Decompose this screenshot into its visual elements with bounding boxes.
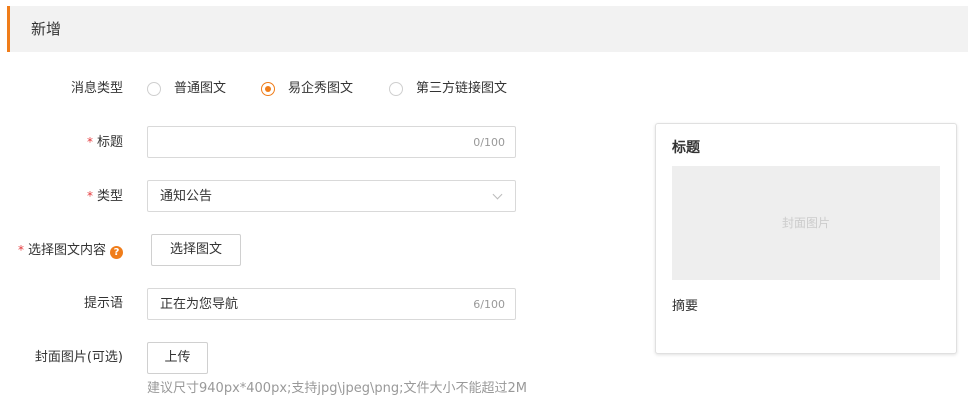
prompt-label: 提示语 xyxy=(83,296,123,311)
page-header: 新增 xyxy=(7,6,968,52)
preview-card: 标题 封面图片 摘要 xyxy=(655,123,957,354)
title-char-count: 0/100 xyxy=(473,136,505,149)
radio-circle[interactable] xyxy=(389,82,403,96)
radio-third-party-link-article[interactable]: 第三方链接图文 xyxy=(389,80,507,98)
radio-eqxiu-article[interactable]: 易企秀图文 xyxy=(261,80,353,98)
select-content-label: * 选择图文内容? xyxy=(18,241,123,260)
title-label-text: 标题 xyxy=(96,135,123,150)
chevron-down-icon[interactable] xyxy=(492,189,503,200)
radio-circle-selected[interactable] xyxy=(261,82,275,96)
help-icon[interactable]: ? xyxy=(110,246,123,259)
type-select[interactable]: 通知公告 xyxy=(147,180,516,212)
type-label: * 类型 xyxy=(87,187,123,206)
page-title: 新增 xyxy=(31,20,62,38)
prompt-input[interactable]: 正在为您导航 6/100 xyxy=(147,288,516,320)
upload-hint: 建议尺寸940px*400px;支持jpg\jpeg\png;文件大小不能超过2… xyxy=(147,381,527,396)
select-article-button[interactable]: 选择图文 xyxy=(151,234,241,266)
type-select-value: 通知公告 xyxy=(160,189,213,204)
preview-summary: 摘要 xyxy=(672,299,699,314)
required-mark: * xyxy=(86,189,93,203)
type-label-text: 类型 xyxy=(96,189,123,204)
upload-button[interactable]: 上传 xyxy=(147,342,208,374)
preview-cover-image: 封面图片 xyxy=(672,166,940,280)
required-mark: * xyxy=(17,243,24,257)
title-input[interactable]: 0/100 xyxy=(147,126,516,158)
prompt-input-value[interactable]: 正在为您导航 xyxy=(160,296,238,314)
radio-normal-article[interactable]: 普通图文 xyxy=(147,80,226,98)
radio-label: 易企秀图文 xyxy=(288,81,354,96)
message-type-label: 消息类型 xyxy=(70,81,123,96)
radio-label: 普通图文 xyxy=(174,81,227,96)
radio-circle[interactable] xyxy=(147,82,161,96)
required-mark: * xyxy=(86,135,93,149)
cover-image-label: 封面图片(可选) xyxy=(34,350,123,365)
prompt-char-count: 6/100 xyxy=(473,298,505,311)
title-label: * 标题 xyxy=(87,133,123,152)
radio-label: 第三方链接图文 xyxy=(416,81,508,96)
cover-placeholder-text: 封面图片 xyxy=(781,216,830,230)
preview-title: 标题 xyxy=(672,140,700,156)
header-accent-bar xyxy=(7,6,10,52)
select-content-label-text: 选择图文内容 xyxy=(27,243,106,258)
